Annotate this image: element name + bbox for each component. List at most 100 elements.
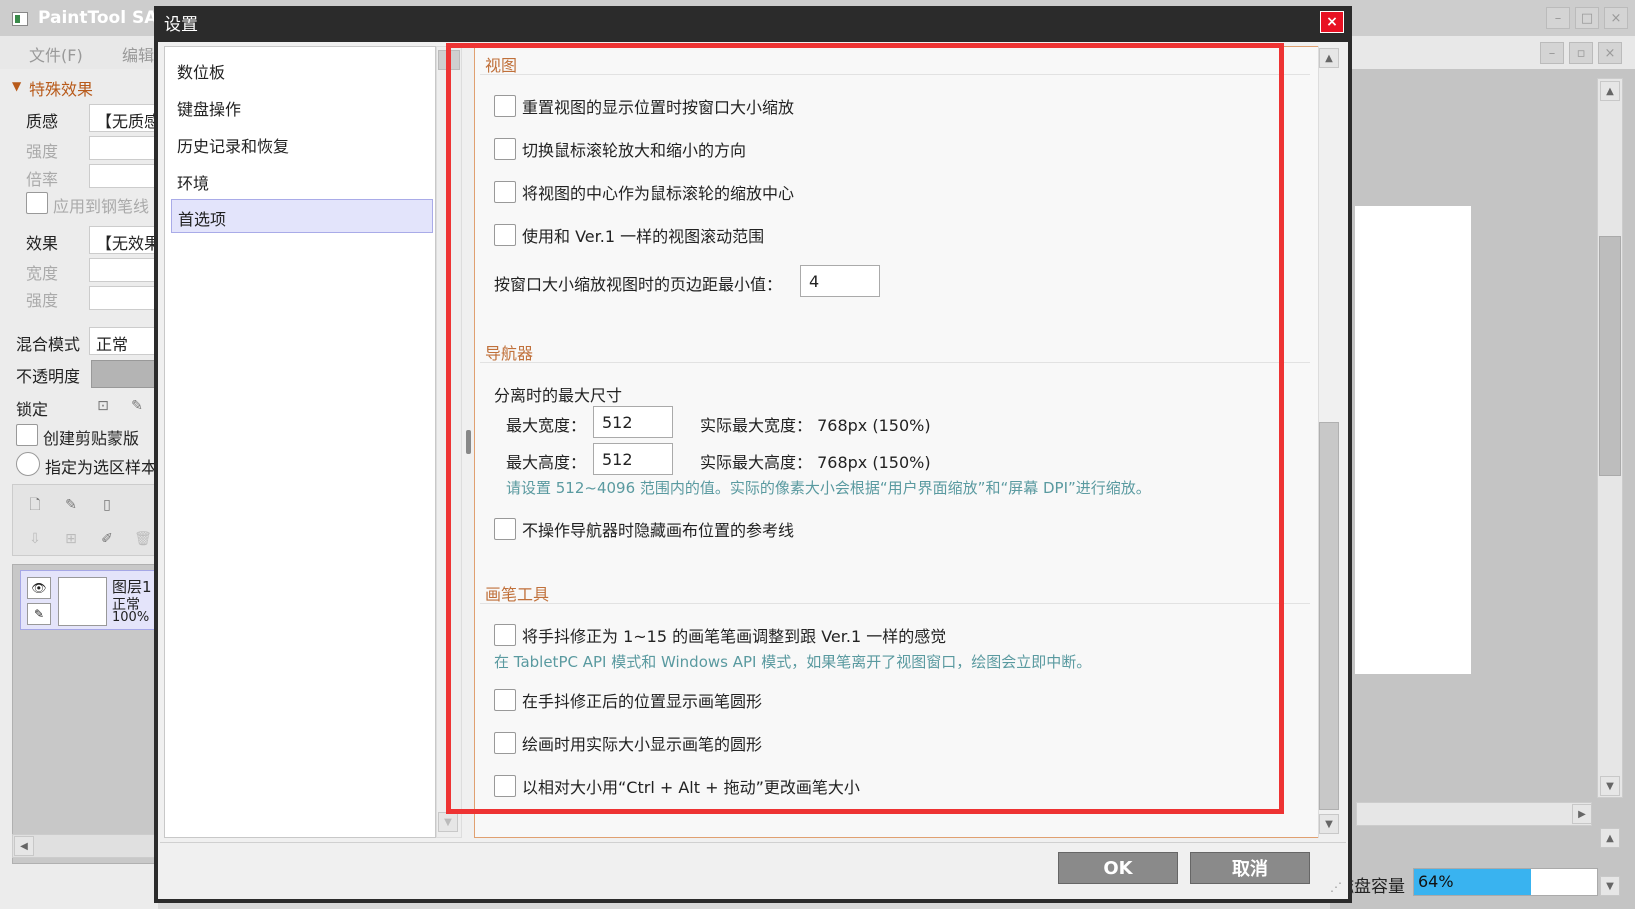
pencil-icon[interactable]: ✎ — [27, 603, 51, 625]
new-folder-icon[interactable]: ▯ — [98, 496, 116, 514]
lock-paint-icon[interactable]: ✎ — [128, 397, 146, 415]
texture-select[interactable]: 【无质感】 — [89, 104, 158, 132]
content-scroll-thumb[interactable] — [1319, 422, 1339, 810]
app-maximize-button[interactable]: □ — [1575, 7, 1599, 29]
checkbox[interactable] — [494, 518, 516, 540]
opacity-label: 不透明度 — [16, 367, 81, 386]
scale-slider[interactable] — [89, 164, 158, 188]
checkbox[interactable] — [494, 624, 516, 646]
ok-button[interactable]: OK — [1058, 852, 1178, 884]
pane-splitter[interactable] — [466, 430, 471, 454]
zoom-down-icon[interactable]: ▼ — [1600, 876, 1620, 896]
strength2-label: 强度 — [26, 291, 59, 310]
nav-item-keyboard[interactable]: 键盘操作 — [171, 90, 433, 124]
nav-item-history[interactable]: 历史记录和恢复 — [171, 127, 433, 161]
nav-item-environment[interactable]: 环境 — [171, 164, 433, 198]
eye-icon[interactable]: 👁 — [27, 577, 51, 599]
doc-restore-button[interactable]: ▫ — [1569, 42, 1593, 64]
canvas-hscroll[interactable] — [1356, 802, 1592, 826]
content-scroll-up-icon[interactable]: ▲ — [1319, 48, 1339, 68]
new-linework-layer-icon[interactable]: ✎ — [62, 496, 80, 514]
option-wheel-zoom-center[interactable]: 将视图的中心作为鼠标滚轮的缩放中心 — [494, 180, 794, 204]
preferences-content — [474, 46, 1340, 838]
special-effects-header[interactable]: 特殊效果 — [29, 76, 93, 100]
doc-close-button[interactable]: × — [1598, 42, 1622, 64]
app-title: PaintTool SAI — [38, 8, 164, 28]
nav-item-tablet[interactable]: 数位板 — [171, 53, 433, 87]
transfer-down-icon[interactable]: ⇩ — [26, 530, 44, 548]
settings-nav-list: 数位板 键盘操作 历史记录和恢复 环境 首选项 — [164, 46, 436, 838]
width-slider[interactable] — [89, 258, 158, 282]
dialog-close-button[interactable]: × — [1320, 11, 1344, 33]
menu-edit[interactable]: 编辑 — [122, 42, 156, 66]
scale-label: 倍率 — [26, 170, 59, 189]
layer-opacity: 100% — [112, 610, 150, 625]
blend-mode-select[interactable]: 正常 — [89, 327, 158, 355]
app-minimize-button[interactable]: – — [1546, 7, 1570, 29]
content-scroll-down-icon[interactable]: ▼ — [1319, 814, 1339, 834]
new-layer-icon[interactable]: 🗋 — [26, 496, 44, 514]
zoom-up-icon[interactable]: ▲ — [1600, 828, 1620, 848]
option-stabilizer-ver1[interactable]: 将手抖修正为 1~15 的画笔笔画调整到跟 Ver.1 一样的感觉 — [494, 623, 946, 647]
scroll-up-icon[interactable]: ▲ — [1600, 81, 1620, 101]
lock-transparency-icon[interactable]: ⊡ — [94, 397, 112, 415]
effect-select[interactable]: 【无效果】 — [89, 226, 158, 254]
strength-label: 强度 — [26, 142, 59, 161]
dialog-title: 设置 — [164, 15, 198, 35]
option-ver1-scroll-range[interactable]: 使用和 Ver.1 一样的视图滚动范围 — [494, 223, 764, 247]
selection-source-radio[interactable] — [16, 452, 40, 476]
delete-layer-icon[interactable]: 🗑 — [134, 530, 152, 548]
option-actual-size-circle[interactable]: 绘画时用实际大小显示画笔的圆形 — [494, 731, 762, 755]
scroll-left-icon[interactable]: ◀ — [14, 836, 34, 856]
option-label: 切换鼠标滚轮放大和缩小的方向 — [522, 141, 747, 160]
nav-scroll-thumb[interactable] — [438, 50, 460, 70]
max-width-input[interactable]: 512 — [593, 406, 673, 438]
option-invert-wheel[interactable]: 切换鼠标滚轮放大和缩小的方向 — [494, 137, 746, 161]
checkbox[interactable] — [494, 181, 516, 203]
max-height-input[interactable]: 512 — [593, 443, 673, 475]
scroll-right-icon[interactable]: ▶ — [1572, 804, 1592, 824]
clipping-mask-checkbox[interactable] — [16, 424, 38, 446]
option-label: 绘画时用实际大小显示画笔的圆形 — [522, 735, 763, 754]
effect-label: 效果 — [26, 234, 59, 253]
option-show-brush-circle[interactable]: 在手抖修正后的位置显示画笔圆形 — [494, 688, 762, 712]
nav-scroll-down-icon[interactable]: ▼ — [438, 812, 458, 832]
merge-down-icon[interactable]: ⊞ — [62, 530, 80, 548]
section-title-brush: 画笔工具 — [485, 585, 550, 604]
section-divider — [480, 74, 1310, 75]
checkbox[interactable] — [494, 689, 516, 711]
scroll-down-icon[interactable]: ▼ — [1600, 776, 1620, 796]
collapse-triangle-icon[interactable]: ▼ — [12, 79, 21, 93]
apply-pen-label: 应用到钢笔线 — [53, 197, 150, 216]
strength-slider[interactable] — [89, 136, 158, 160]
stabilizer-hint: 在 TabletPC API 模式和 Windows API 模式，如果笔离开了… — [494, 653, 1092, 671]
checkbox[interactable] — [494, 138, 516, 160]
checkbox[interactable] — [494, 95, 516, 117]
strength2-slider[interactable] — [89, 286, 158, 310]
section-divider — [480, 362, 1310, 363]
opacity-slider[interactable] — [91, 360, 158, 388]
actual-max-height: 实际最大高度： 768px (150%) — [700, 453, 931, 472]
checkbox[interactable] — [494, 732, 516, 754]
section-title-navigator: 导航器 — [485, 344, 534, 363]
nav-scrollbar[interactable] — [436, 46, 462, 838]
doc-minimize-button[interactable]: – — [1540, 42, 1564, 64]
dialog-titlebar[interactable] — [154, 6, 1352, 42]
margin-min-input[interactable]: 4 — [800, 265, 880, 297]
canvas-page[interactable] — [1355, 206, 1471, 674]
nav-item-preferences[interactable]: 首选项 — [171, 199, 433, 233]
option-relative-resize[interactable]: 以相对大小用“Ctrl + Alt + 拖动”更改画笔大小 — [494, 774, 860, 798]
menu-file[interactable]: 文件(F) — [29, 42, 83, 66]
checkbox[interactable] — [494, 775, 516, 797]
max-width-label: 最大宽度： — [506, 416, 587, 435]
selection-source-label: 指定为选区样本 — [45, 458, 158, 477]
cancel-button[interactable]: 取消 — [1190, 852, 1310, 884]
checkbox[interactable] — [494, 224, 516, 246]
apply-pen-checkbox[interactable] — [26, 192, 48, 214]
option-hide-guides[interactable]: 不操作导航器时隐藏画布位置的参考线 — [494, 517, 794, 541]
canvas-vscroll-thumb[interactable] — [1599, 236, 1621, 476]
app-close-button[interactable]: × — [1604, 7, 1628, 29]
resize-grip-icon[interactable]: ⋰ — [1330, 880, 1342, 894]
clear-layer-icon[interactable]: ✐ — [98, 530, 116, 548]
option-reset-view-fit[interactable]: 重置视图的显示位置时按窗口大小缩放 — [494, 94, 794, 118]
